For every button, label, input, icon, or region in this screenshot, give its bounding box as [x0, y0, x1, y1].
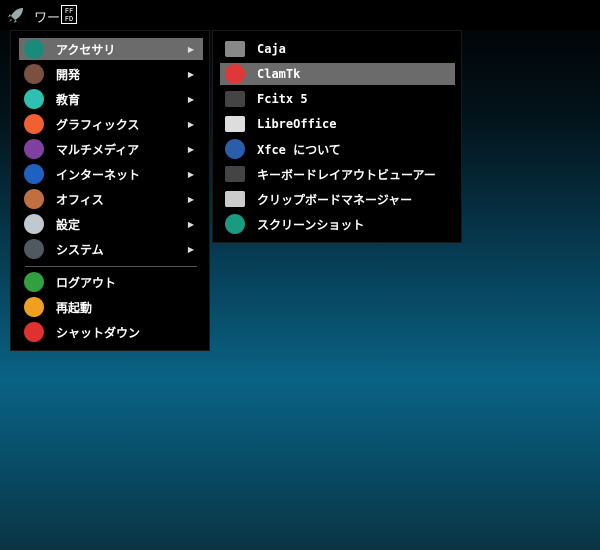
system-gear-icon [24, 239, 44, 259]
submenu-arrow-icon: ▶ [187, 44, 194, 54]
menu-item[interactable]: システム ▶ [19, 238, 203, 260]
keyboard-icon [225, 91, 245, 107]
restart-icon [24, 297, 44, 317]
menu-item-label: 再起動 [56, 300, 93, 315]
caja-folder-icon [225, 41, 245, 57]
submenu-arrow-icon: ▶ [187, 69, 194, 79]
menu-item-label: インターネット [56, 167, 141, 182]
clipboard-icon [225, 191, 245, 207]
menu-item-label: ClamTk [257, 67, 301, 81]
menu-item[interactable]: LibreOffice [220, 113, 455, 135]
office-briefcase-icon [24, 189, 44, 209]
clamtk-icon [225, 64, 245, 84]
ime-indicator[interactable]: FF FD [61, 5, 77, 24]
menu-item[interactable]: Caja [220, 38, 455, 60]
internet-icon [24, 164, 44, 184]
menu-item-label: オフィス [56, 192, 104, 207]
menu-item[interactable]: 設定 ▶ [19, 213, 203, 235]
accessories-submenu: Caja ClamTk Fcitx 5 LibreOffice Xfce についてキーボ… [212, 30, 462, 243]
document-icon [225, 116, 245, 132]
logout-icon [24, 272, 44, 292]
menu-item-label: ログアウト [56, 275, 117, 290]
menu-item[interactable]: ログアウト [19, 271, 203, 293]
settings-icon [24, 214, 44, 234]
menu-item-label: 教育 [56, 92, 81, 107]
top-panel: ワー FF FD [0, 0, 600, 30]
menu-item-label: グラフィックス [56, 117, 140, 132]
menu-item-label: Caja [257, 42, 286, 56]
education-icon [24, 89, 44, 109]
workspace-switcher[interactable]: ワー [34, 7, 60, 26]
menu-item[interactable]: オフィス ▶ [19, 188, 203, 210]
menu-item[interactable]: グラフィックス ▶ [19, 113, 203, 135]
menu-item-label: クリップボードマネージャー [257, 192, 413, 207]
menu-item[interactable]: マルチメディア ▶ [19, 138, 203, 160]
submenu-arrow-icon: ▶ [187, 244, 194, 254]
menu-item-label: スクリーンショット [257, 217, 365, 232]
menu-item[interactable]: 開発 ▶ [19, 63, 203, 85]
menu-item[interactable]: クリップボードマネージャー [220, 188, 455, 210]
xfce-mouse-icon [225, 139, 245, 159]
menu-item[interactable]: Fcitx 5 [220, 88, 455, 110]
menu-item-label: LibreOffice [257, 117, 337, 131]
menu-item[interactable]: 教育 ▶ [19, 88, 203, 110]
submenu-arrow-icon: ▶ [187, 219, 194, 229]
menu-item[interactable]: スクリーンショット [220, 213, 455, 235]
menu-item[interactable]: ClamTk [220, 63, 455, 85]
development-hammer-icon [24, 64, 44, 84]
rocket-menu-icon[interactable] [6, 5, 26, 25]
menu-item-label: シャットダウン [56, 325, 141, 340]
menu-item[interactable]: 再起動 [19, 296, 203, 318]
menu-item-label: システム [56, 242, 104, 257]
multimedia-icon [24, 139, 44, 159]
menu-item[interactable]: シャットダウン [19, 321, 203, 343]
submenu-arrow-icon: ▶ [187, 119, 194, 129]
screenshot-icon [225, 214, 245, 234]
applications-menu: アクセサリ ▶ 開発 ▶ 教育 ▶ グラフィックス ▶ マルチメディア ▶ インターネット ▶ オフィス… [10, 30, 210, 351]
menu-item-label: 設定 [56, 217, 81, 232]
shutdown-icon [24, 322, 44, 342]
submenu-arrow-icon: ▶ [187, 144, 194, 154]
menu-separator [25, 266, 197, 267]
menu-item[interactable]: Xfce について [220, 138, 455, 160]
menu-item[interactable]: インターネット ▶ [19, 163, 203, 185]
menu-item-label: マルチメディア [56, 142, 140, 157]
accessories-icon [24, 39, 44, 59]
submenu-arrow-icon: ▶ [187, 194, 194, 204]
submenu-arrow-icon: ▶ [187, 169, 194, 179]
menu-item-label: Fcitx 5 [257, 92, 308, 106]
keyboard-icon [225, 166, 245, 182]
menu-item-label: 開発 [56, 67, 81, 82]
menu-item-label: キーボードレイアウトビューアー [257, 167, 436, 182]
graphics-icon [24, 114, 44, 134]
menu-item-label: Xfce について [257, 142, 341, 157]
submenu-arrow-icon: ▶ [187, 94, 194, 104]
menu-item[interactable]: キーボードレイアウトビューアー [220, 163, 455, 185]
menu-item[interactable]: アクセサリ ▶ [19, 38, 203, 60]
menu-item-label: アクセサリ [56, 42, 116, 57]
